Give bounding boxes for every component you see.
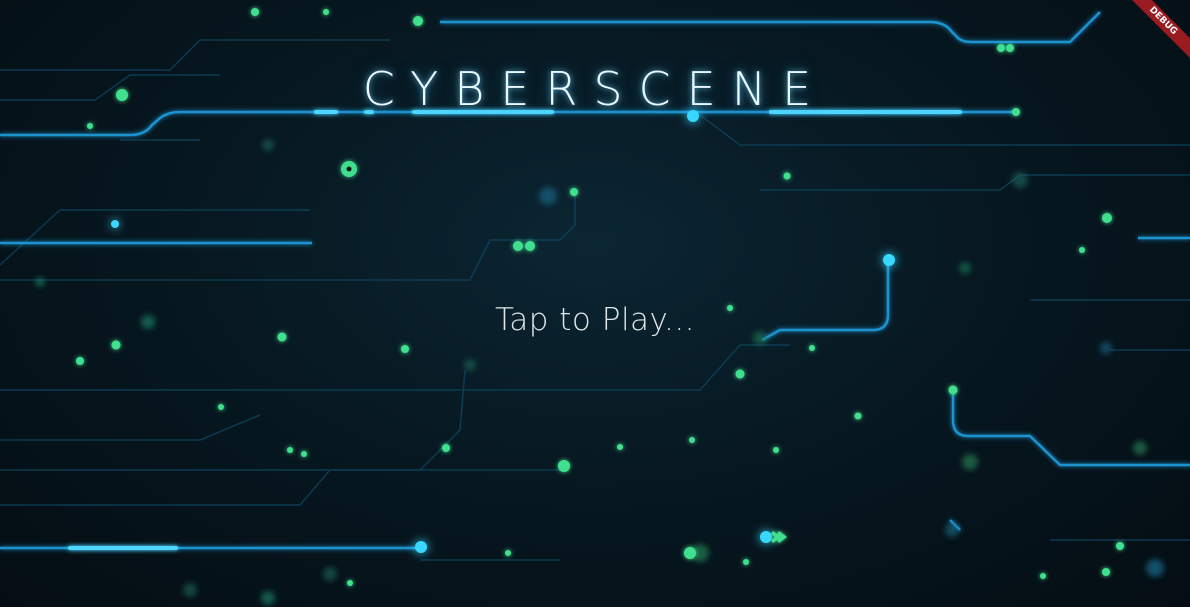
- game-title: CYBERSCENE: [362, 62, 828, 116]
- faint-circuit-traces: [0, 39, 1190, 561]
- ambient-bokeh: [35, 139, 1164, 605]
- tap-to-play-prompt[interactable]: Tap to Play...: [0, 302, 1190, 338]
- game-background[interactable]: CYBERSCENE Tap to Play... DEBUG: [0, 0, 1190, 607]
- chevron-right-icon: [771, 531, 787, 543]
- green-ring-center: [346, 166, 352, 172]
